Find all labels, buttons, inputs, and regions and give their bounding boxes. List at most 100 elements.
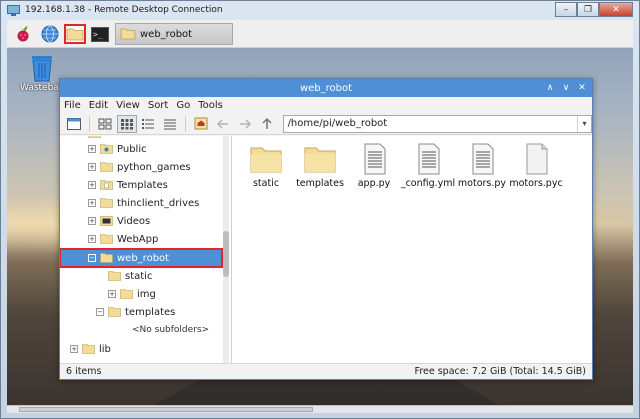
tree-item-label: python_games — [117, 161, 191, 173]
text-file-icon — [472, 143, 494, 175]
directory-tree: + Public + python_games + Templates + th… — [60, 136, 232, 363]
binary-file-icon — [526, 143, 548, 175]
file-view: static templates app.py _config.yml moto… — [232, 136, 592, 363]
close-button[interactable]: ✕ — [576, 82, 588, 94]
tree-item-webapp[interactable]: + WebApp — [60, 230, 220, 248]
tree-item-label: Public — [117, 143, 147, 155]
folder-icon — [100, 234, 113, 244]
expander-icon[interactable]: + — [70, 345, 78, 353]
file-item-label: motors.pyc — [509, 178, 563, 189]
no-subfolders-label: <No subfolders> — [132, 325, 210, 335]
folder-icon — [304, 147, 336, 173]
text-file-icon — [418, 143, 440, 175]
file-item-motors-pyc[interactable]: motors.pyc — [508, 142, 564, 189]
folder-icon — [100, 162, 113, 172]
expander-icon[interactable]: − — [96, 308, 104, 316]
close-button[interactable]: ✕ — [599, 2, 633, 17]
thumbnail-view-button[interactable] — [116, 114, 137, 133]
folder-open-icon — [100, 253, 113, 263]
list-view-icon — [164, 119, 177, 129]
file-item-static[interactable]: static — [238, 142, 294, 189]
web-browser-button[interactable] — [39, 24, 61, 44]
thumbnail-view-icon — [120, 118, 133, 129]
tree-item-label: lib — [99, 343, 111, 355]
expander-icon[interactable]: + — [88, 217, 96, 225]
forward-button[interactable] — [235, 115, 255, 133]
expander-icon[interactable]: + — [108, 290, 116, 298]
toolbar-separator — [88, 115, 90, 132]
minimize-button[interactable]: – — [555, 2, 577, 17]
pi-taskbar: >_ web_robot — [7, 20, 633, 48]
path-value: /home/pi/web_robot — [287, 118, 388, 129]
tree-item-label: Videos — [117, 215, 151, 227]
file-item-app-py[interactable]: app.py — [346, 142, 402, 189]
tree-item-public[interactable]: + Public — [60, 140, 220, 158]
restore-button[interactable]: ❐ — [577, 2, 599, 17]
back-button[interactable] — [213, 115, 233, 133]
up-button[interactable] — [257, 115, 277, 133]
file-manager-titlebar[interactable]: web_robot ∧ ∨ ✕ — [60, 79, 592, 97]
rdp-scrollbar-thumb[interactable] — [19, 407, 313, 412]
expander-icon[interactable]: + — [88, 145, 96, 153]
taskbar-item-label: web_robot — [140, 28, 193, 40]
tree-item-web-robot[interactable]: − web_robot — [60, 248, 223, 268]
terminal-button[interactable]: >_ — [89, 24, 111, 44]
file-item-templates[interactable]: templates — [292, 142, 348, 189]
minimize-button[interactable]: ∧ — [544, 82, 556, 94]
icon-view-icon — [98, 118, 112, 129]
icon-view-button[interactable] — [95, 115, 115, 133]
expander-icon[interactable]: + — [88, 199, 96, 207]
tree-item-templates-sub[interactable]: − templates — [60, 303, 220, 321]
expander-icon[interactable]: + — [88, 163, 96, 171]
menu-tools[interactable]: Tools — [198, 100, 223, 111]
expander-icon[interactable]: + — [88, 235, 96, 243]
tree-item-videos[interactable]: + Videos — [60, 212, 220, 230]
tree-item-label: img — [137, 288, 156, 300]
list-view-button[interactable] — [160, 115, 180, 133]
tree-item-lib[interactable]: + lib — [60, 340, 220, 358]
new-window-button[interactable] — [64, 115, 84, 133]
tree-item-python-games[interactable]: + python_games — [60, 158, 220, 176]
raspberry-menu-button[interactable] — [12, 24, 34, 44]
folder-icon — [250, 147, 282, 173]
tree-item-thinclient-drives[interactable]: + thinclient_drives — [60, 194, 220, 212]
tree-item-img[interactable]: + img — [60, 285, 220, 303]
expander-icon[interactable]: − — [88, 254, 96, 262]
rdp-horizontal-scrollbar[interactable] — [7, 405, 633, 413]
menu-edit[interactable]: Edit — [89, 100, 108, 111]
file-item-label: motors.py — [457, 178, 507, 189]
item-count: 6 items — [66, 366, 102, 377]
file-manager-button[interactable] — [64, 24, 86, 44]
tree-item-static[interactable]: static — [60, 267, 220, 285]
rdp-titlebar[interactable]: 192.168.1.38 - Remote Desktop Connection… — [1, 1, 639, 21]
tree-item-templates[interactable]: + Templates — [60, 176, 220, 194]
home-button[interactable] — [191, 115, 211, 133]
file-item-label: static — [252, 178, 280, 189]
file-item-config-yml[interactable]: _config.yml — [400, 142, 456, 189]
tree-item-label: Templates — [117, 179, 168, 191]
file-manager-window: web_robot ∧ ∨ ✕ File Edit View Sort Go T… — [59, 78, 593, 380]
remote-desktop-icon — [7, 5, 20, 16]
path-input[interactable]: /home/pi/web_robot ▾ — [282, 114, 592, 133]
menu-go[interactable]: Go — [176, 100, 190, 111]
chevron-down-icon[interactable]: ▾ — [576, 115, 591, 132]
home-icon — [194, 117, 208, 130]
menu-file[interactable]: File — [64, 100, 81, 111]
compact-view-button[interactable] — [139, 115, 159, 133]
maximize-button[interactable]: ∨ — [560, 82, 572, 94]
expander-icon[interactable]: + — [88, 181, 96, 189]
trash-label[interactable]: Wasteba — [20, 83, 59, 93]
file-item-label: _config.yml — [400, 178, 456, 189]
folder-icon — [66, 28, 84, 41]
raspberry-pi-icon — [17, 26, 29, 42]
tree-scrollbar-thumb[interactable] — [223, 231, 229, 277]
menu-sort[interactable]: Sort — [148, 100, 169, 111]
taskbar-item-web-robot[interactable]: web_robot — [115, 23, 233, 45]
tree-item-label: thinclient_drives — [117, 197, 200, 209]
tree-scrollbar[interactable] — [223, 136, 229, 363]
trash-icon[interactable] — [29, 54, 55, 82]
file-item-motors-py[interactable]: motors.py — [454, 142, 510, 189]
folder-icon — [88, 136, 101, 138]
remote-desktop: >_ web_robot Wasteba web_robot ∧ ∨ ✕ Fil… — [7, 20, 633, 412]
menu-view[interactable]: View — [116, 100, 140, 111]
